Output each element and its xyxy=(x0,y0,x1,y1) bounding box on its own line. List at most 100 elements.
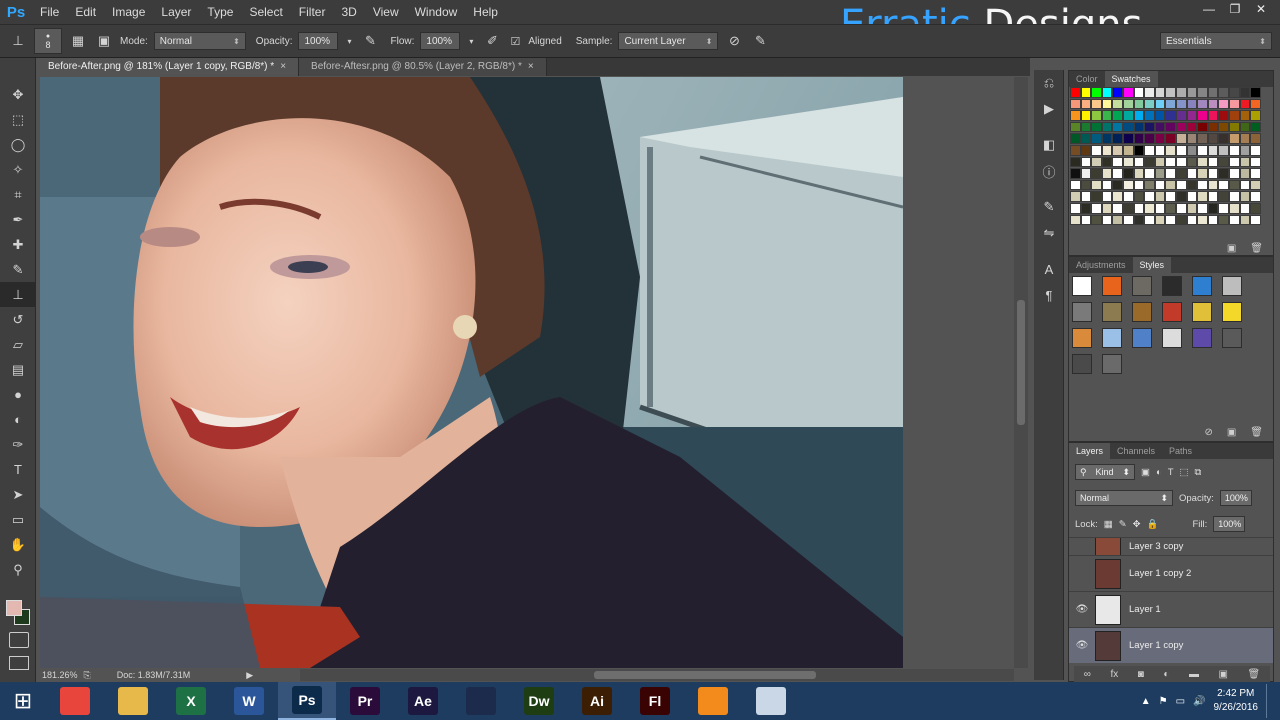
swatch[interactable] xyxy=(1239,202,1251,214)
tab-paths[interactable]: Paths xyxy=(1162,443,1199,459)
swatch[interactable] xyxy=(1133,121,1145,133)
style-water[interactable] xyxy=(1132,328,1152,348)
swatch[interactable] xyxy=(1197,87,1208,98)
swatch[interactable] xyxy=(1207,98,1219,110)
menu-file[interactable]: File xyxy=(32,0,67,24)
layer-row[interactable]: Layer 3 copy xyxy=(1069,537,1273,555)
menu-window[interactable]: Window xyxy=(407,0,466,24)
swatch[interactable] xyxy=(1122,133,1134,144)
swatch[interactable] xyxy=(1122,87,1134,98)
swatch[interactable] xyxy=(1101,168,1113,179)
menu-image[interactable]: Image xyxy=(104,0,153,24)
swatch[interactable] xyxy=(1165,87,1176,98)
properties-panel-icon[interactable]: ◧ xyxy=(1034,132,1064,158)
taskbar-recorder[interactable] xyxy=(742,682,800,720)
swatch[interactable] xyxy=(1218,156,1229,168)
swatch[interactable] xyxy=(1144,133,1155,144)
swatch[interactable] xyxy=(1165,156,1176,168)
menu-select[interactable]: Select xyxy=(241,0,290,24)
swatch[interactable] xyxy=(1175,144,1187,156)
style-khaki[interactable] xyxy=(1102,302,1122,322)
opacity-dropdown-icon[interactable]: ▾ xyxy=(344,31,354,51)
swatch[interactable] xyxy=(1154,133,1166,144)
style-color-burst[interactable] xyxy=(1192,302,1212,322)
swatch[interactable] xyxy=(1197,156,1208,168)
swatch[interactable] xyxy=(1239,214,1251,226)
swatch[interactable] xyxy=(1122,121,1134,133)
swatch[interactable] xyxy=(1091,156,1102,168)
pen-tool-icon[interactable]: ✑ xyxy=(0,432,36,457)
swatch[interactable] xyxy=(1144,110,1155,121)
swatch[interactable] xyxy=(1228,214,1240,226)
style-none[interactable] xyxy=(1072,276,1092,296)
swatch[interactable] xyxy=(1186,110,1198,121)
style-gray-frame[interactable] xyxy=(1132,276,1152,296)
close-button[interactable]: ✕ xyxy=(1248,0,1274,18)
blend-mode-select[interactable]: Normal ⬍ xyxy=(1075,490,1173,506)
tab-color[interactable]: Color xyxy=(1069,71,1105,87)
swatch[interactable] xyxy=(1070,179,1081,191)
swatch[interactable] xyxy=(1144,179,1155,191)
lock-transparent-icon[interactable]: ▦ xyxy=(1104,519,1113,530)
rectangle-tool-icon[interactable]: ▭ xyxy=(0,507,36,532)
adjustment-layer-icon[interactable]: ◐ xyxy=(1163,669,1169,680)
swatch[interactable] xyxy=(1239,179,1251,191)
swatch[interactable] xyxy=(1080,202,1092,214)
swatch[interactable] xyxy=(1218,214,1229,226)
brush-tool-icon[interactable]: ✎ xyxy=(0,257,36,282)
flag-icon[interactable]: ⚑ xyxy=(1159,696,1168,707)
swatch[interactable] xyxy=(1091,98,1102,110)
taskbar-illustrator[interactable]: Ai xyxy=(568,682,626,720)
swatch[interactable] xyxy=(1112,144,1123,156)
layer-row[interactable]: Layer 1 copy 2 xyxy=(1069,555,1273,591)
swatch[interactable] xyxy=(1112,168,1123,179)
swatch[interactable] xyxy=(1165,121,1176,133)
swatch[interactable] xyxy=(1228,179,1240,191)
swatch[interactable] xyxy=(1186,156,1198,168)
swatch[interactable] xyxy=(1101,98,1113,110)
clear-style-icon[interactable]: ⊘ xyxy=(1204,427,1212,438)
swatch[interactable] xyxy=(1197,144,1208,156)
gradient-tool-icon[interactable]: ▤ xyxy=(0,357,36,382)
sample-select[interactable]: Current Layer ⬍ xyxy=(618,32,719,50)
swatch[interactable] xyxy=(1250,98,1261,110)
swatch[interactable] xyxy=(1070,110,1081,121)
pressure-size-icon[interactable]: ✎ xyxy=(750,31,770,51)
filter-type-icon[interactable]: T xyxy=(1168,467,1174,478)
move-tool-icon[interactable]: ✥ xyxy=(0,82,36,107)
workspace-select[interactable]: Essentials ⬍ xyxy=(1160,32,1272,50)
swatch[interactable] xyxy=(1070,202,1081,214)
swatch[interactable] xyxy=(1186,179,1198,191)
swatch[interactable] xyxy=(1122,156,1134,168)
delete-swatch-icon[interactable]: 🗑 xyxy=(1250,243,1263,254)
swatch[interactable] xyxy=(1207,202,1219,214)
swatch[interactable] xyxy=(1186,214,1198,226)
swatch[interactable] xyxy=(1133,202,1145,214)
layer-row[interactable]: 👁 Layer 1 copy xyxy=(1069,627,1273,663)
swatch[interactable] xyxy=(1070,156,1081,168)
swatch[interactable] xyxy=(1186,144,1198,156)
swatch[interactable] xyxy=(1133,156,1145,168)
swatch[interactable] xyxy=(1101,156,1113,168)
lock-position-icon[interactable]: ✥ xyxy=(1133,519,1141,530)
taskbar-after-effects[interactable]: Ae xyxy=(394,682,452,720)
lock-pixels-icon[interactable]: ✎ xyxy=(1119,519,1127,530)
swatch[interactable] xyxy=(1133,168,1145,179)
tab-styles[interactable]: Styles xyxy=(1132,257,1172,273)
swatch[interactable] xyxy=(1175,214,1187,226)
tab-layers[interactable]: Layers xyxy=(1069,443,1111,459)
menu-layer[interactable]: Layer xyxy=(153,0,199,24)
swatch[interactable] xyxy=(1080,214,1092,226)
aligned-checkbox[interactable]: ☑ xyxy=(508,31,522,51)
style-silver[interactable] xyxy=(1222,276,1242,296)
menu-view[interactable]: View xyxy=(365,0,407,24)
swatch[interactable] xyxy=(1250,202,1261,214)
restore-button[interactable]: ❐ xyxy=(1222,0,1248,18)
swatch[interactable] xyxy=(1207,168,1219,179)
status-share-icon[interactable]: ⎘ xyxy=(84,670,91,681)
filter-smart-object-icon[interactable]: ⧉ xyxy=(1195,467,1202,478)
swatch[interactable] xyxy=(1101,121,1113,133)
style-amber[interactable] xyxy=(1072,328,1092,348)
swatch[interactable] xyxy=(1144,191,1155,202)
swatch[interactable] xyxy=(1250,87,1261,98)
